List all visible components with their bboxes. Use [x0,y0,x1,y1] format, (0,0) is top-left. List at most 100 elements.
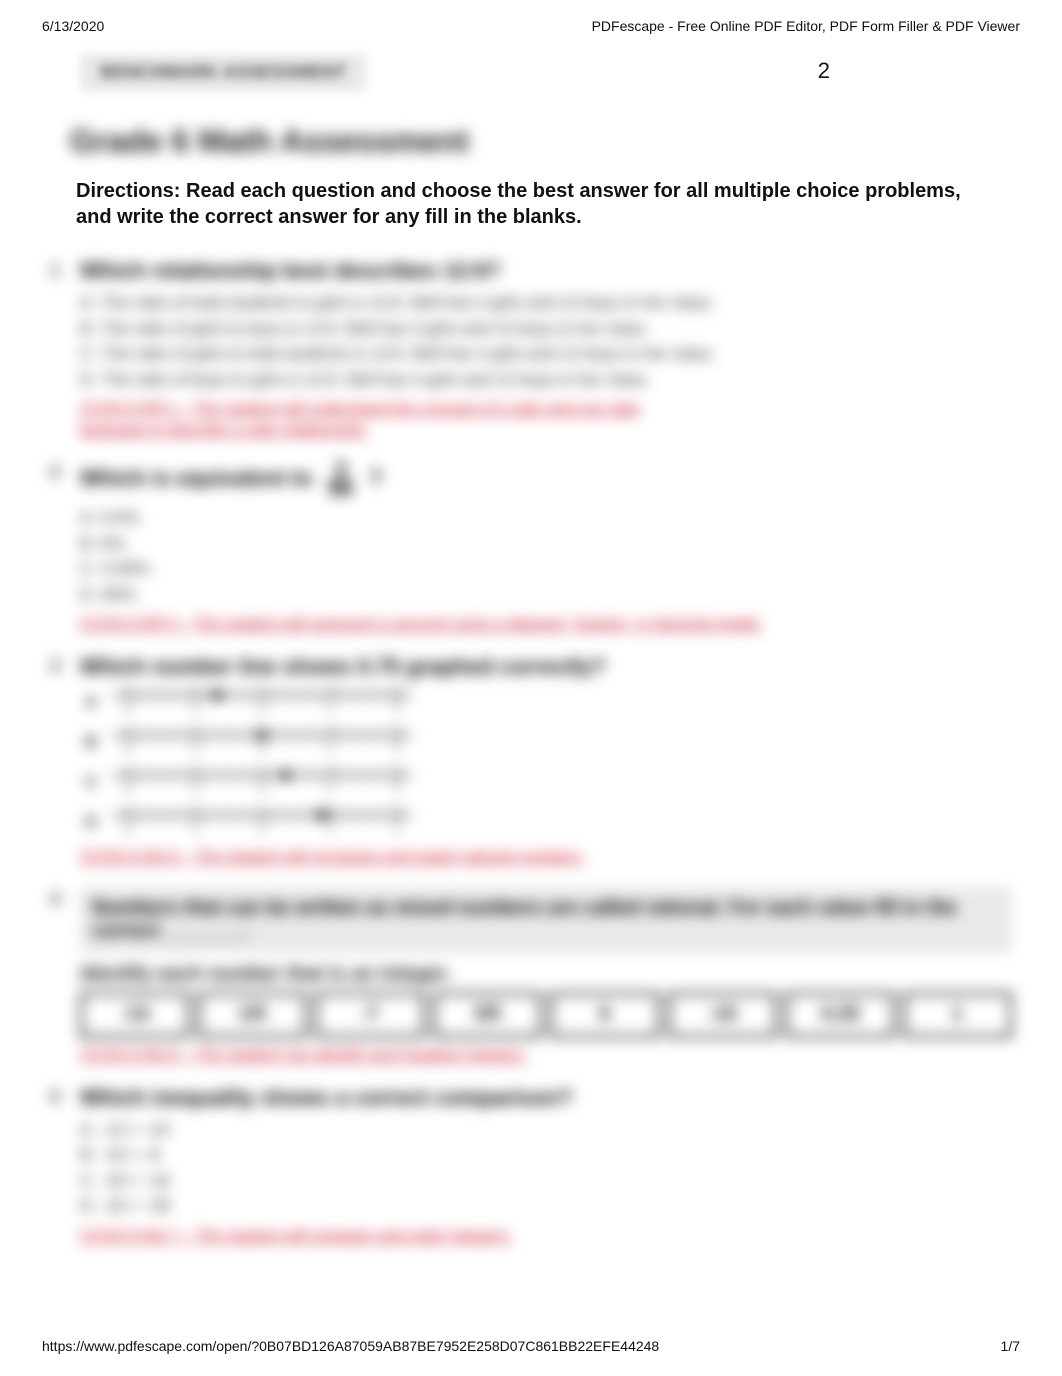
axis-label: 0 [259,703,265,715]
q2-prompt-left: Which is equivalent to [80,465,312,490]
number-cell: 1 [903,992,1013,1038]
q1-choice-a: A. The ratio of total students to girls … [80,290,1012,316]
q5-choices: A. -13 > -10 B. -10 > -8 C. -20 > -16 D.… [80,1117,1012,1219]
axis-label: -1 [190,823,200,835]
axis-label: 2 [394,703,400,715]
q2-frac-den: 50 [322,476,358,501]
q2-choices: A. 6.0% B. 6% C. 0.06% D. 60% [80,505,1012,607]
q1-number: 1 [50,260,60,281]
axis-label: -1 [190,743,200,755]
q3-number: 3 [50,656,60,677]
number-cell: 1/5 [198,992,308,1038]
browser-header: 6/13/2020 PDFescape - Free Online PDF Ed… [0,0,1062,34]
q3-number-lines: A -2 -1 0 1 2 B -2 -1 0 1 2 C -2 -1 0 1 2 D -2 -1 0 1 2 [80,686,1012,840]
question-4: 4 Numbers that can be written as mixed n… [50,887,1012,1067]
plot-dot [281,770,291,780]
q3-prompt: Which number line shows 0.75 graphed cor… [80,654,1012,680]
q4-prompt-a: Numbers that can be written as mixed num… [80,887,1012,953]
axis-label: 1 [326,823,332,835]
number-line-row: A -2 -1 0 1 2 [80,686,1012,720]
q4-prompt-b: Identify each number that is an integer. [80,963,1012,986]
choice-letter: A [80,694,102,712]
app-title: PDFescape - Free Online PDF Editor, PDF … [592,18,1020,34]
number-cell: 6 [550,992,660,1038]
number-line: -2 -1 0 1 2 [112,806,412,840]
q2-answer-note: CCSS 6.RP.3 – The student will represent… [80,615,1012,636]
page-number: 2 [818,58,830,84]
axis-label: -1 [190,703,200,715]
number-line: -2 -1 0 1 2 [112,726,412,760]
axis-label: 0 [259,823,265,835]
q4-number-row: -141/5-73/56-104.291 [80,992,1012,1038]
q2-choice-b: B. 6% [80,531,1012,557]
q1-choice-d: D. The ratio of boys to girls is 12:6. B… [80,367,1012,393]
number-cell: -14 [80,992,190,1038]
q1-answer-line2: language to describe a ratio relationshi… [80,422,368,439]
choice-letter: B [80,734,102,752]
number-cell: 3/5 [433,992,543,1038]
axis-label: -2 [122,743,132,755]
q5-answer-note: CCSS 6.NS.7 – The student will compare a… [80,1227,1012,1248]
q3-answer-text: CCSS 6.NS.6 – The student will recognize… [80,849,585,866]
q5-choice-c: C. -20 > -16 [80,1168,1012,1194]
number-line: -2 -1 0 1 2 [112,686,412,720]
q5-number: 5 [50,1087,60,1108]
q1-choice-b: B. The ratio of girls to boys is 12:6. B… [80,316,1012,342]
plot-dot [212,690,222,700]
axis-label: 0 [259,783,265,795]
axis-label: 2 [394,743,400,755]
axis-label: 1 [326,743,332,755]
q2-choice-d: D. 60% [80,582,1012,608]
q5-answer-text: CCSS 6.NS.7 – The student will compare a… [80,1228,512,1245]
plot-dot [257,730,267,740]
q2-choice-a: A. 6.0% [80,505,1012,531]
q5-choice-b: B. -10 > -8 [80,1142,1012,1168]
q5-choice-a: A. -13 > -10 [80,1117,1012,1143]
question-1: 1 Which relationship best describes 12:6… [50,258,1012,442]
axis-label: 2 [394,823,400,835]
axis-label: -2 [122,823,132,835]
question-5: 5 Which inequality shows a correct compa… [50,1085,1012,1248]
q1-choices: A. The ratio of total students to girls … [80,290,1012,392]
axis-label: -1 [190,783,200,795]
page-title: Grade 6 Math Assessment [70,123,992,160]
plot-dot [317,810,327,820]
q5-prompt: Which inequality shows a correct compari… [80,1085,1012,1111]
q4-number: 4 [50,889,60,910]
axis-label: 2 [394,783,400,795]
q2-prompt-right: ? [369,465,382,490]
number-line-row: D -2 -1 0 1 2 [80,806,1012,840]
q5-choice-d: D. -22 < -30 [80,1193,1012,1219]
footer-url: https://www.pdfescape.com/open/?0B07BD12… [42,1338,659,1354]
axis-label: 1 [326,783,332,795]
number-line: -2 -1 0 1 2 [112,766,412,800]
benchmark-label: BENCHMARK ASSESSMENT [80,54,366,91]
axis-label: -2 [122,783,132,795]
q2-choice-c: C. 0.06% [80,556,1012,582]
q2-prompt: Which is equivalent to 3 50 ? [80,460,1012,500]
footer-page-of: 1/7 [1001,1338,1020,1354]
number-cell: 4.29 [785,992,895,1038]
q3-answer-note: CCSS 6.NS.6 – The student will recognize… [80,848,1012,869]
axis-label: 0 [259,743,265,755]
q4-answer-text: CCSS 6.NS.6 – The student can identify a… [80,1047,527,1064]
question-2: 2 Which is equivalent to 3 50 ? A. 6.0% … [50,460,1012,636]
q1-choice-c: C. The ratio of girls to total students … [80,341,1012,367]
choice-letter: C [80,774,102,792]
choice-letter: D [80,814,102,832]
q1-prompt: Which relationship best describes 12:6? [80,258,1012,284]
number-cell: -7 [315,992,425,1038]
number-line-row: B -2 -1 0 1 2 [80,726,1012,760]
number-line-row: C -2 -1 0 1 2 [80,766,1012,800]
axis-label: -2 [122,703,132,715]
print-date: 6/13/2020 [42,18,104,34]
q1-answer-line1: CCSS 6.RP.1 – The student will understan… [80,401,640,418]
question-3: 3 Which number line shows 0.75 graphed c… [50,654,1012,869]
page-footer: https://www.pdfescape.com/open/?0B07BD12… [42,1338,1020,1354]
axis-label: 1 [326,703,332,715]
q2-answer-text: CCSS 6.RP.3 – The student will represent… [80,616,762,633]
q2-fraction: 3 50 [322,460,358,500]
directions-text: Directions: Read each question and choos… [76,178,986,230]
q4-answer-note: CCSS 6.NS.6 – The student can identify a… [80,1046,1012,1067]
number-cell: -10 [668,992,778,1038]
